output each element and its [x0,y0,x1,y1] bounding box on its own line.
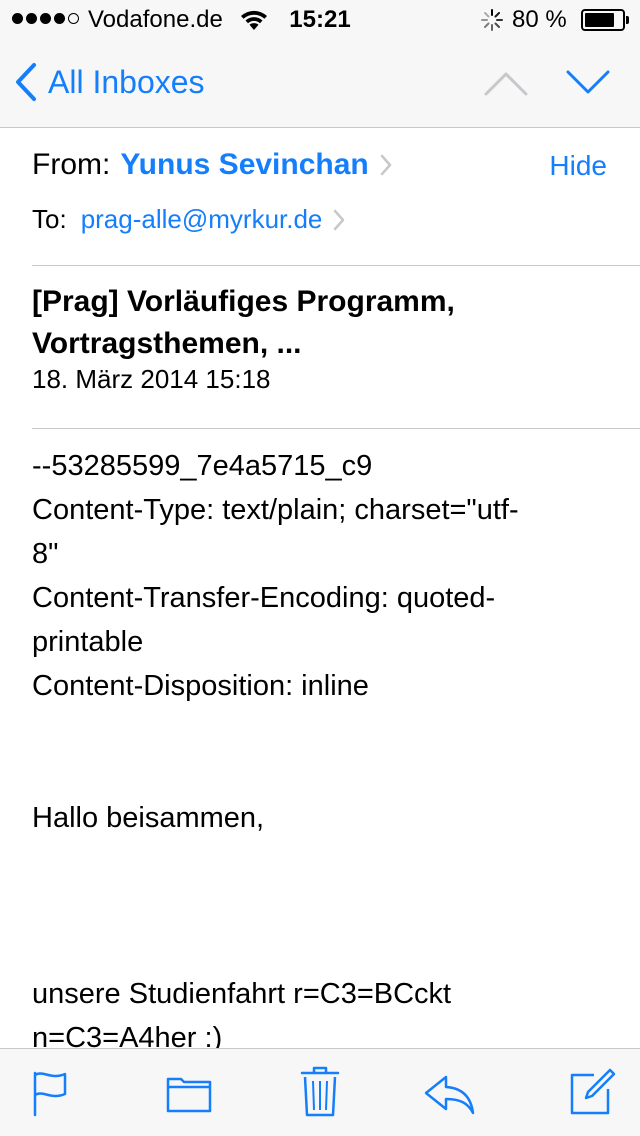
chevron-down-icon [566,70,610,94]
back-button[interactable]: All Inboxes [14,62,205,102]
chevron-right-icon [380,154,391,176]
body-line: Hallo beisammen, [32,802,265,834]
next-message-button[interactable] [566,68,610,103]
chevron-right-icon [334,209,345,230]
compose-icon [570,1068,616,1115]
from-label: From: [32,148,111,181]
body-line: printable [32,626,144,658]
back-button-label: All Inboxes [48,63,205,100]
body-line [32,708,612,752]
delete-button[interactable] [300,1065,340,1124]
reply-button[interactable] [422,1069,476,1122]
mail-message-screen: Vodafone.de 15:21 80 % All Inboxes From:… [0,0,640,1136]
folder-icon [166,1077,212,1113]
battery-fill [585,13,614,27]
message-toolbar [0,1048,640,1136]
message-body: --53285599_7e4a5715_c9 Content-Type: tex… [32,444,612,1060]
battery-percent: 80 % [512,6,567,33]
body-line: --53285599_7e4a5715_c9 [32,450,373,482]
battery-nub [626,16,629,24]
move-to-folder-button[interactable] [166,1069,212,1122]
navigation-bar: All Inboxes [0,40,640,128]
activity-spinner-icon [480,8,504,39]
recipient-address-link[interactable]: prag-alle@myrkur.de [81,204,323,235]
message-date: 18. März 2014 15:18 [32,364,271,394]
trash-icon [300,1066,340,1117]
body-line: Content-Transfer-Encoding: quoted- [32,582,496,614]
body-line [32,840,612,884]
subject-line: Vortragsthemen, ... [32,327,302,360]
subject-divider [32,428,640,429]
flag-icon [33,1071,67,1117]
to-label: To: [32,204,67,234]
previous-message-button[interactable] [484,68,528,103]
battery-icon [581,9,629,31]
compose-button[interactable] [568,1067,616,1122]
subject-line: [Prag] Vorläufiges Programm, [32,285,455,318]
chevron-up-icon [484,72,528,96]
from-row: From: Yunus Sevinchan [32,148,393,182]
body-line: Content-Type: text/plain; charset="utf- [32,494,519,526]
body-line: unsere Studienfahrt r=C3=BCckt [32,978,452,1010]
reply-icon [424,1075,475,1115]
flag-button[interactable] [30,1069,70,1122]
body-line: Content-Disposition: inline [32,670,369,702]
hide-details-button[interactable]: Hide [549,150,607,182]
body-line: 8" [32,538,59,570]
body-line [32,752,612,796]
body-line [32,928,612,972]
status-bar: Vodafone.de 15:21 80 % [0,0,640,40]
to-row: To: prag-alle@myrkur.de [32,204,346,235]
sender-name-link[interactable]: Yunus Sevinchan [120,148,368,182]
header-divider [32,265,640,266]
message-subject: [Prag] Vorläufiges Programm, Vortragsthe… [32,281,592,365]
body-line [32,884,612,928]
chevron-left-icon [16,63,36,101]
